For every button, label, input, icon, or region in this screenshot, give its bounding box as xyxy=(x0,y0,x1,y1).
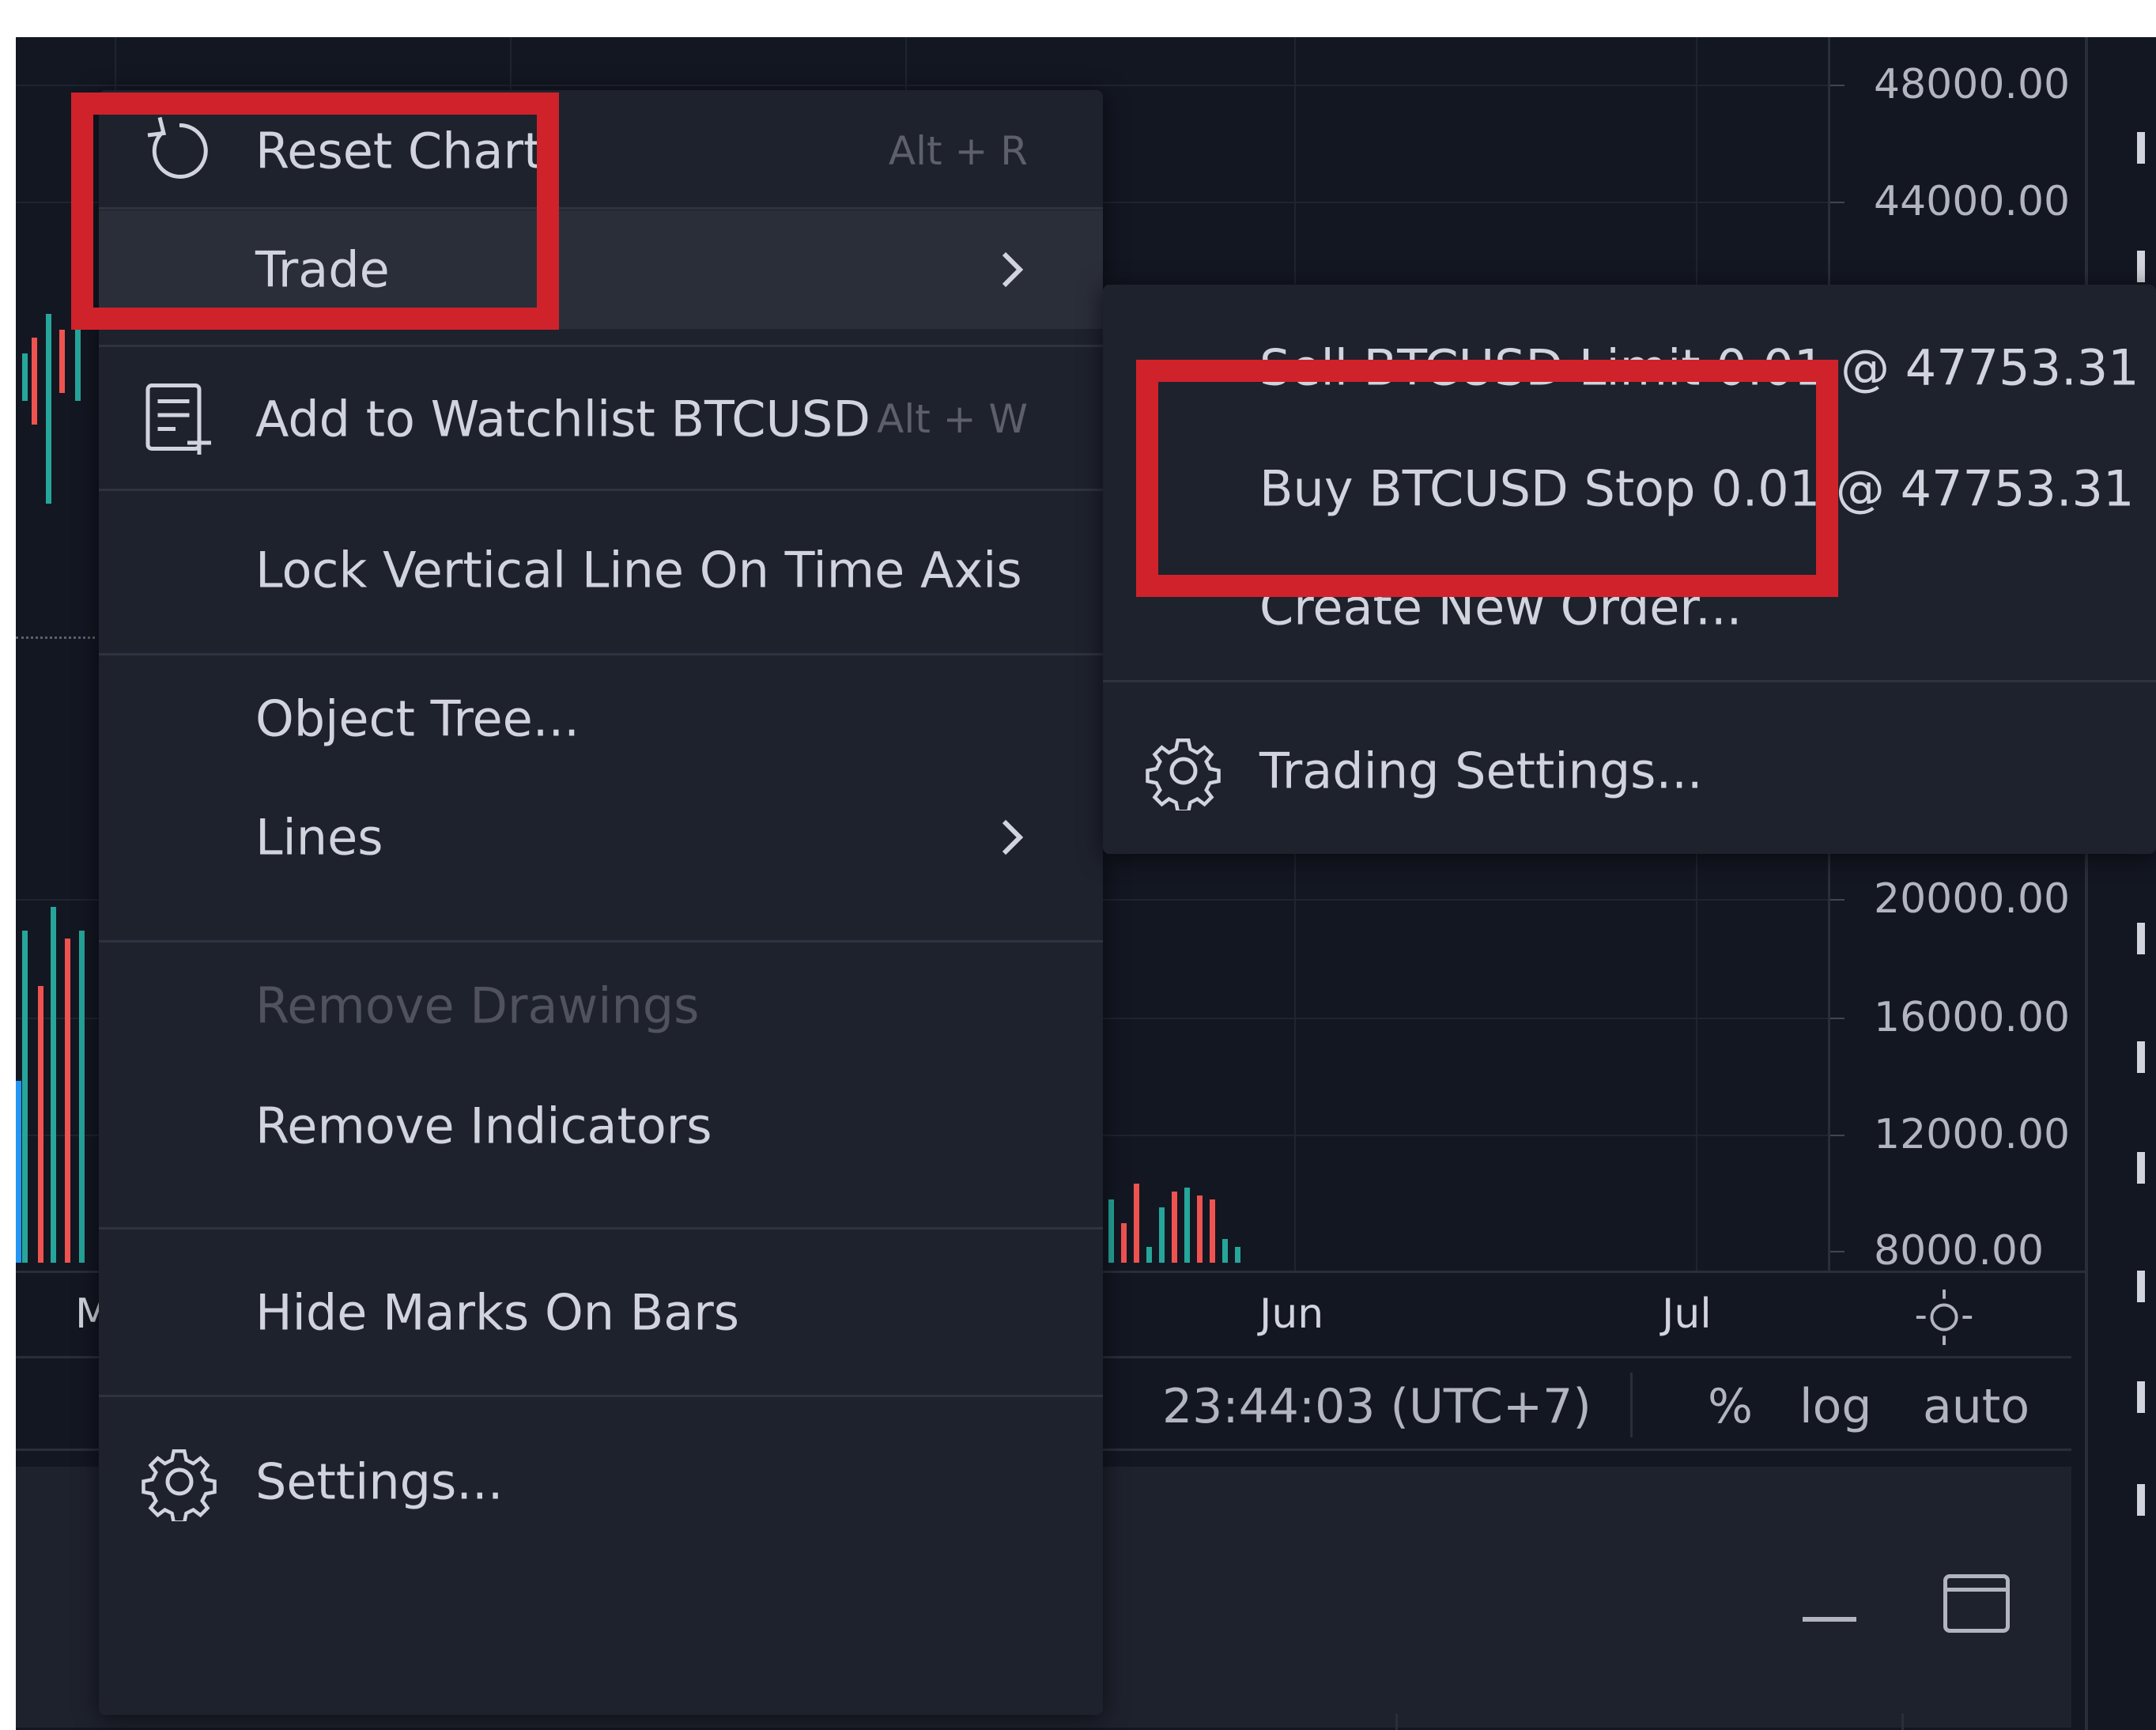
toolbar-mark xyxy=(2137,251,2145,282)
candle xyxy=(75,322,81,401)
context-menu: Reset Chart Alt + R Trade Add to Watchli… xyxy=(99,90,1103,1715)
dotted-price-line xyxy=(16,636,95,639)
log-scale-button[interactable]: log xyxy=(1799,1379,1871,1434)
divider xyxy=(1103,680,2156,682)
chevron-right-icon xyxy=(1002,251,1024,288)
volume-bar xyxy=(51,907,56,1263)
auto-scale-button[interactable]: auto xyxy=(1923,1379,2030,1434)
menu-item-object-tree[interactable]: Object Tree... xyxy=(99,659,1103,778)
divider xyxy=(99,940,1103,942)
divider xyxy=(99,489,1103,491)
submenu-item-trading-settings[interactable]: Trading Settings... xyxy=(1103,704,2156,838)
clock-time[interactable]: 23:44:03 (UTC+7) xyxy=(1162,1379,1592,1434)
maximize-icon[interactable] xyxy=(1943,1574,2010,1633)
price-tick: 20000.00 xyxy=(1829,875,2071,923)
toolbar-mark xyxy=(2137,1381,2145,1413)
chart-app: 48000.00 44000.00 20000.00 16000.00 1200… xyxy=(16,37,2156,1730)
price-tick: 12000.00 xyxy=(1829,1111,2071,1158)
watchlist-add-icon xyxy=(145,383,211,455)
menu-item-settings[interactable]: Settings... xyxy=(99,1403,1103,1561)
menu-item-label: Object Tree... xyxy=(255,689,580,748)
volume-bar xyxy=(1121,1223,1127,1263)
volume-bar xyxy=(16,1081,21,1263)
toolbar-mark xyxy=(2137,1484,2145,1516)
toolbar-mark xyxy=(2137,923,2145,954)
separator xyxy=(1901,1713,1904,1730)
grid-line xyxy=(16,85,1828,86)
menu-item-label: Remove Indicators xyxy=(255,1097,712,1155)
divider xyxy=(99,345,1103,347)
time-label: Jun xyxy=(1259,1290,1324,1338)
volume-bar xyxy=(1159,1207,1165,1263)
price-tick: 44000.00 xyxy=(1829,178,2071,225)
highlight-box xyxy=(1136,360,1838,597)
gear-icon xyxy=(1146,738,1221,810)
volume-bar xyxy=(1222,1239,1228,1263)
volume-bar xyxy=(1134,1184,1139,1263)
highlight-box xyxy=(71,93,559,330)
separator xyxy=(1630,1373,1633,1437)
time-label: Jul xyxy=(1662,1290,1712,1338)
volume-bar xyxy=(1197,1196,1203,1263)
menu-item-lines[interactable]: Lines xyxy=(99,778,1103,897)
menu-item-lock-vertical-line[interactable]: Lock Vertical Line On Time Axis xyxy=(99,495,1103,645)
price-tick: 16000.00 xyxy=(1829,994,2071,1041)
submenu-item-label: Trading Settings... xyxy=(1259,742,1703,800)
volume-bar xyxy=(1235,1247,1240,1263)
volume-bar xyxy=(1108,1199,1114,1263)
volume-bar xyxy=(1146,1247,1152,1263)
candle xyxy=(22,353,28,401)
volume-bar xyxy=(1210,1199,1215,1263)
sun-icon[interactable] xyxy=(1913,1286,1975,1348)
menu-item-label: Lock Vertical Line On Time Axis xyxy=(255,541,1022,599)
volume-bar xyxy=(65,939,70,1263)
menu-item-label: Add to Watchlist BTCUSD xyxy=(255,390,871,448)
toolbar-mark xyxy=(2137,1152,2145,1184)
menu-shortcut: Alt + R xyxy=(888,128,1028,174)
volume-bar xyxy=(38,986,43,1263)
minimize-icon[interactable] xyxy=(1803,1617,1856,1622)
menu-item-label: Remove Drawings xyxy=(255,976,700,1035)
menu-item-remove-indicators[interactable]: Remove Indicators xyxy=(99,1067,1103,1185)
price-tick: 8000.00 xyxy=(1829,1227,2045,1275)
price-tick: 48000.00 xyxy=(1829,61,2071,108)
menu-item-add-watchlist[interactable]: Add to Watchlist BTCUSD Alt + W xyxy=(99,351,1103,487)
menu-shortcut: Alt + W xyxy=(877,396,1028,442)
menu-item-remove-drawings: Remove Drawings xyxy=(99,946,1103,1065)
volume-bar xyxy=(22,931,28,1263)
menu-item-hide-marks[interactable]: Hide Marks On Bars xyxy=(99,1233,1103,1392)
toolbar-mark xyxy=(2137,1041,2145,1073)
candle xyxy=(59,330,65,393)
candle xyxy=(46,314,51,504)
separator xyxy=(1395,1713,1398,1730)
menu-item-label: Settings... xyxy=(255,1452,504,1511)
chevron-right-icon xyxy=(1002,819,1024,856)
volume-bar xyxy=(1172,1192,1177,1263)
toolbar-mark xyxy=(2137,1271,2145,1302)
menu-item-label: Lines xyxy=(255,808,383,867)
divider xyxy=(99,1395,1103,1397)
divider xyxy=(99,653,1103,655)
toolbar-mark xyxy=(2137,132,2145,164)
divider xyxy=(99,1227,1103,1230)
menu-item-label: Hide Marks On Bars xyxy=(255,1283,740,1342)
gear-icon xyxy=(142,1449,217,1521)
percent-scale-button[interactable]: % xyxy=(1708,1379,1753,1434)
candle xyxy=(32,338,37,425)
volume-bar xyxy=(1184,1188,1190,1263)
volume-bar xyxy=(79,931,85,1263)
